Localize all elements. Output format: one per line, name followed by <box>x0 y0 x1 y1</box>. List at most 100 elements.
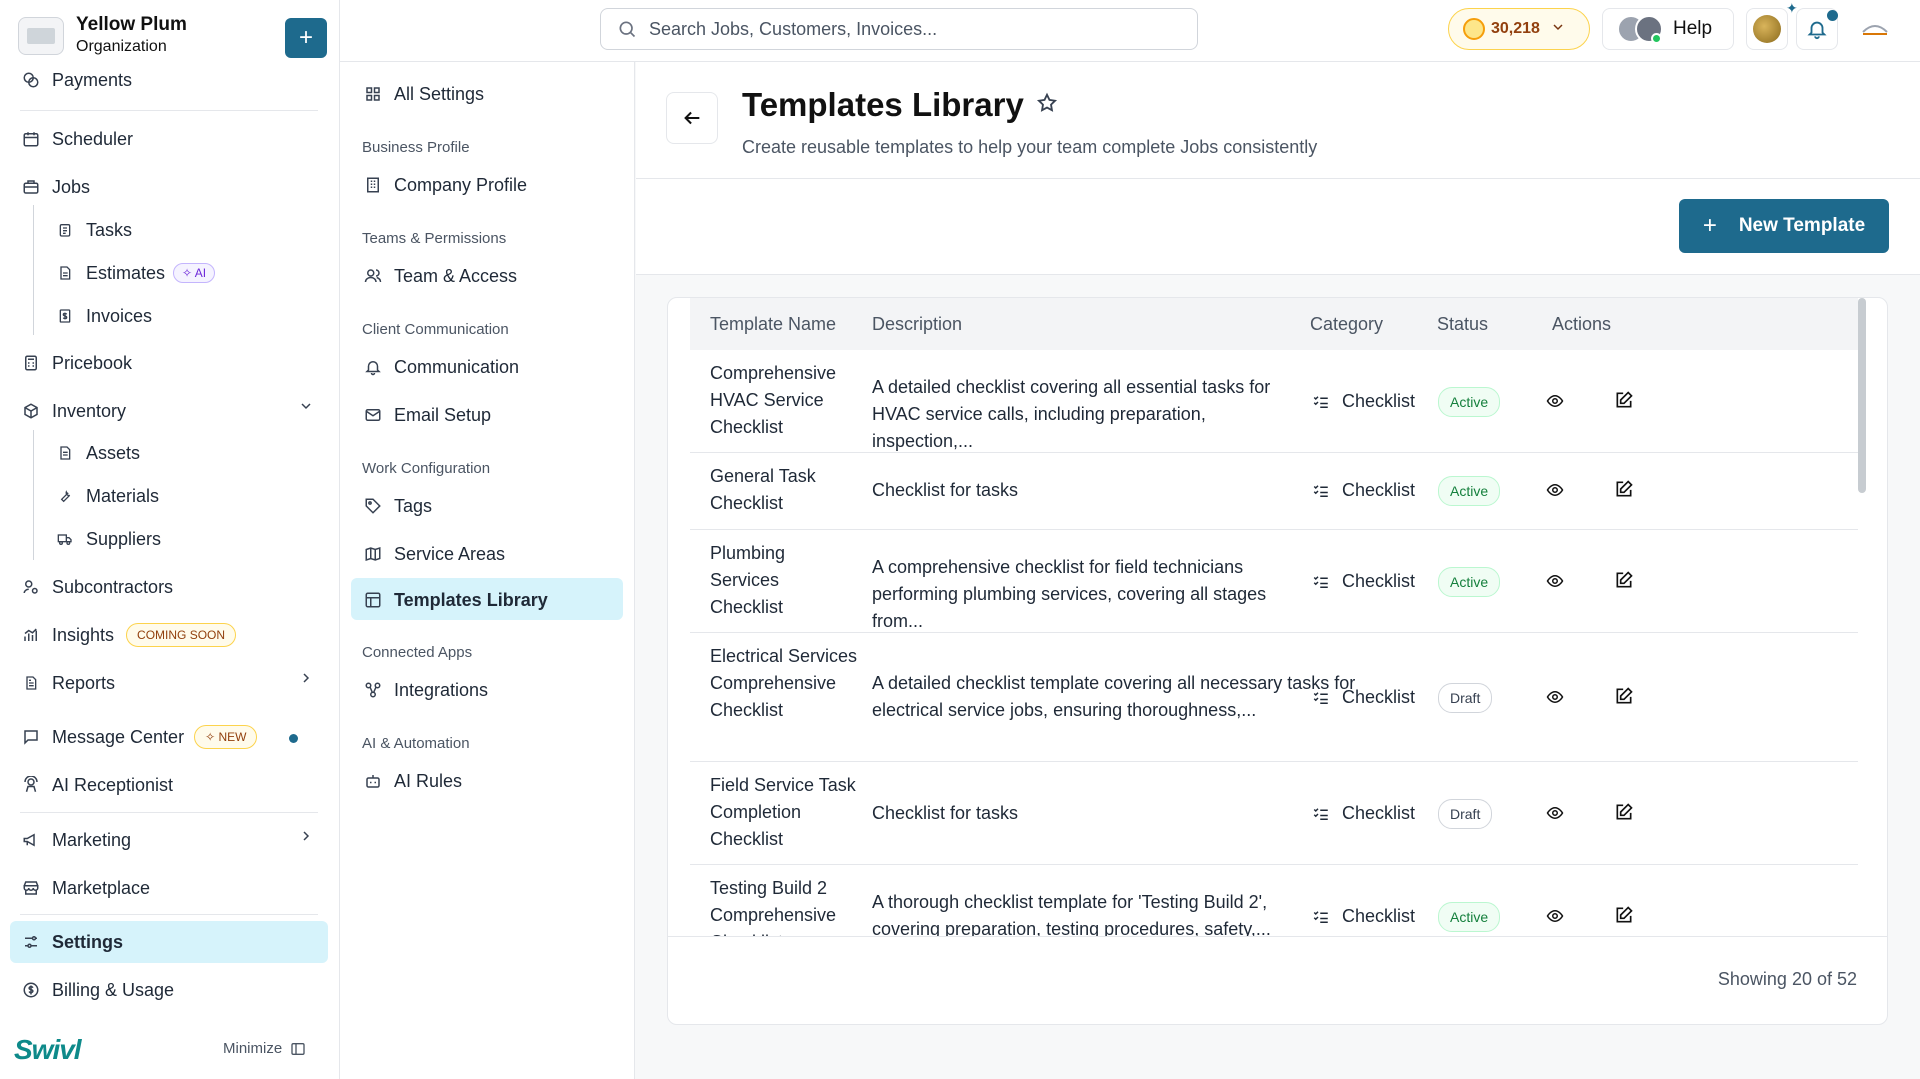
sidebar-item-scheduler[interactable]: Scheduler <box>20 124 133 154</box>
sidebar-item-marketplace[interactable]: Marketplace <box>20 873 150 903</box>
settings-item-tags[interactable]: Tags <box>362 491 432 521</box>
scrollbar[interactable] <box>1858 298 1866 493</box>
column-header[interactable]: Category <box>1310 314 1383 335</box>
chevron-down-icon[interactable] <box>298 398 314 419</box>
edit-icon[interactable] <box>1614 802 1634 830</box>
eye-icon[interactable] <box>1544 687 1566 714</box>
table-row[interactable]: Plumbing Services Checklist A comprehens… <box>690 530 1858 633</box>
sidebar-item-materials[interactable]: Materials <box>54 481 159 511</box>
sidebar-item-billing[interactable]: Billing & Usage <box>20 975 174 1005</box>
eye-icon[interactable] <box>1544 391 1566 418</box>
eye-icon[interactable] <box>1544 480 1566 507</box>
minimize-button[interactable]: Minimize <box>223 1040 306 1057</box>
template-category: Checklist <box>1312 568 1415 595</box>
sidebar-item-ai-receptionist[interactable]: AI Receptionist <box>20 770 173 800</box>
settings-item-ai-rules[interactable]: AI Rules <box>362 766 462 796</box>
eye-icon[interactable] <box>1544 803 1566 830</box>
table-row[interactable]: Comprehensive HVAC Service Checklist A d… <box>690 350 1858 453</box>
column-header[interactable]: Status <box>1437 314 1488 335</box>
credits-value: 30,218 <box>1491 20 1540 37</box>
edit-icon[interactable] <box>1614 479 1634 507</box>
chat-icon <box>20 726 42 748</box>
document-icon <box>54 262 76 284</box>
arrow-left-icon <box>681 107 703 129</box>
template-description: A detailed checklist covering all essent… <box>872 377 1271 451</box>
table-row[interactable]: Electrical Services Comprehensive Checkl… <box>690 633 1858 762</box>
settings-item-communication[interactable]: Communication <box>362 352 519 382</box>
sidebar-item-suppliers[interactable]: Suppliers <box>54 524 161 554</box>
chevron-right-icon[interactable] <box>298 828 314 849</box>
sidebar-item-estimates[interactable]: Estimates ✧ AI <box>54 258 216 288</box>
settings-item-team-access[interactable]: Team & Access <box>362 261 517 291</box>
help-button[interactable]: Help <box>1602 8 1734 50</box>
sidebar-item-label: Estimates <box>86 262 166 283</box>
sidebar-item-label: Scheduler <box>52 128 134 149</box>
sidebar-item-label: AI Receptionist <box>52 774 174 795</box>
eye-icon[interactable] <box>1544 571 1566 598</box>
checklist-icon <box>1312 805 1330 823</box>
settings-item-integrations[interactable]: Integrations <box>362 675 488 705</box>
column-header[interactable]: Template Name <box>710 314 836 335</box>
eye-icon[interactable] <box>1544 906 1566 933</box>
section-title: AI & Automation <box>362 735 470 752</box>
sidebar-item-payments[interactable]: Payments <box>20 70 132 90</box>
settings-item-service-areas[interactable]: Service Areas <box>362 539 505 569</box>
megaphone-icon <box>20 829 42 851</box>
edit-icon[interactable] <box>1614 570 1634 598</box>
all-settings-link[interactable]: All Settings <box>362 79 484 109</box>
sidebar-item-tasks[interactable]: Tasks <box>54 215 132 245</box>
edit-icon[interactable] <box>1614 686 1634 714</box>
sidebar-item-label: Insights <box>52 624 115 645</box>
toolbar: + New Template <box>636 179 1920 275</box>
search-input[interactable] <box>649 18 1169 40</box>
sidebar-item-insights[interactable]: Insights COMING SOON <box>20 620 237 650</box>
settings-item-templates-library[interactable]: Templates Library <box>362 585 548 615</box>
column-header[interactable]: Description <box>872 314 962 335</box>
sidebar-item-settings[interactable]: Settings <box>20 927 123 957</box>
checklist-icon <box>1312 689 1330 707</box>
settings-item-label: Company Profile <box>394 174 528 195</box>
sidebar-item-pricebook[interactable]: Pricebook <box>20 348 132 378</box>
table-header: Template Name Description Category Statu… <box>690 298 1858 350</box>
table-row[interactable]: Testing Build 2 Comprehensive Checklist … <box>690 865 1858 936</box>
sidebar-item-label: Tasks <box>86 219 133 240</box>
sidebar-item-subcontractors[interactable]: Subcontractors <box>20 572 173 602</box>
integrations-icon <box>362 679 384 701</box>
page-subtitle: Create reusable templates to help your t… <box>742 137 1318 157</box>
company-logo-icon[interactable] <box>1860 18 1890 40</box>
online-indicator <box>1651 33 1662 44</box>
sidebar-item-label: Jobs <box>52 176 91 197</box>
sidebar-item-label: Materials <box>86 485 160 506</box>
sidebar-item-assets[interactable]: Assets <box>54 438 140 468</box>
sidebar-item-invoices[interactable]: Invoices <box>54 301 152 331</box>
search-box[interactable] <box>600 8 1198 50</box>
sidebar-item-marketing[interactable]: Marketing <box>20 825 131 855</box>
coming-soon-badge: COMING SOON <box>126 623 237 647</box>
section-title: Business Profile <box>362 139 470 156</box>
settings-item-label: Service Areas <box>394 543 506 564</box>
org-switcher[interactable]: Yellow Plum Organization <box>18 14 187 58</box>
truck-icon <box>54 528 76 550</box>
sidebar-item-label: Marketplace <box>52 877 151 898</box>
table-row[interactable]: General Task Checklist Checklist for tas… <box>690 453 1858 530</box>
sidebar-item-message-center[interactable]: Message Center ✧ NEW <box>20 722 258 752</box>
sidebar-item-jobs[interactable]: Jobs <box>20 172 90 202</box>
new-template-button[interactable]: + New Template <box>1679 199 1889 253</box>
star-icon[interactable] <box>1036 92 1058 119</box>
credits-button[interactable]: 30,218 <box>1448 8 1590 50</box>
edit-icon[interactable] <box>1614 905 1634 933</box>
sidebar-item-label: Message Center <box>52 726 185 747</box>
sidebar-item-reports[interactable]: Reports <box>20 668 115 698</box>
sidebar-item-label: Payments <box>52 70 133 90</box>
table-row[interactable]: Field Service Task Completion Checklist … <box>690 762 1858 865</box>
quick-add-button[interactable]: + <box>285 18 327 58</box>
sidebar-item-inventory[interactable]: Inventory <box>20 396 126 426</box>
mail-icon <box>362 404 384 426</box>
chevron-right-icon[interactable] <box>298 670 314 691</box>
edit-icon[interactable] <box>1614 390 1634 418</box>
template-description: Checklist for tasks <box>872 480 1019 500</box>
back-button[interactable] <box>666 92 718 144</box>
ai-assistant-button[interactable] <box>1746 8 1788 50</box>
settings-item-email-setup[interactable]: Email Setup <box>362 400 491 430</box>
settings-item-company-profile[interactable]: Company Profile <box>362 170 527 200</box>
